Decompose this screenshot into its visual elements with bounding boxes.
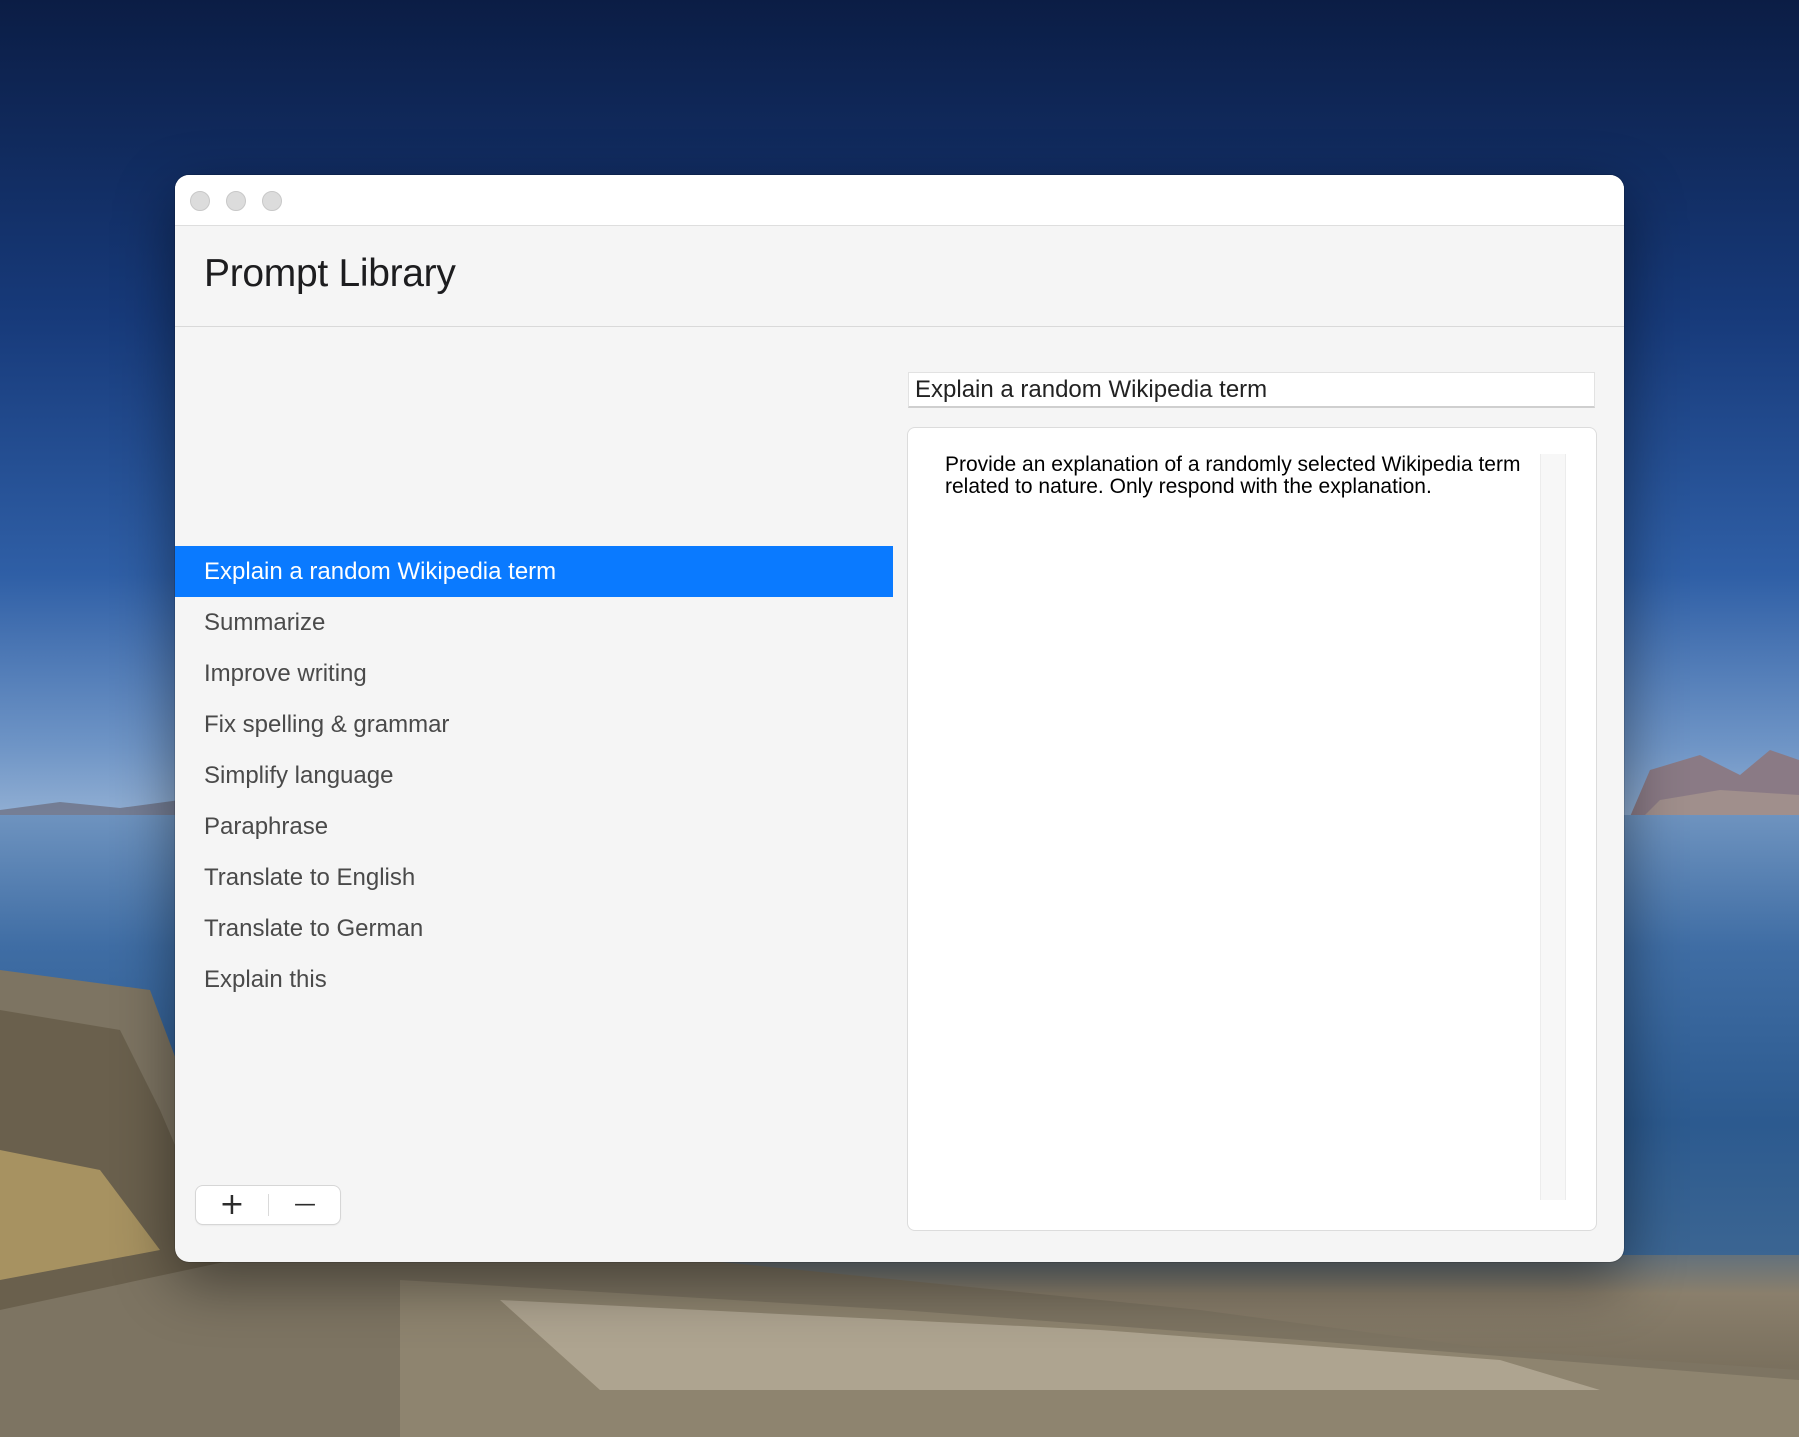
list-item-summarize[interactable]: Summarize bbox=[175, 597, 893, 648]
list-item-label: Summarize bbox=[204, 609, 326, 636]
prompt-list: Explain a random Wikipedia term Summariz… bbox=[175, 371, 893, 1262]
header: Prompt Library bbox=[175, 226, 1624, 327]
list-item-translate-english[interactable]: Translate to English bbox=[175, 852, 893, 903]
add-prompt-button[interactable]: + bbox=[196, 1186, 268, 1224]
list-item-simplify-language[interactable]: Simplify language bbox=[175, 750, 893, 801]
list-item-improve-writing[interactable]: Improve writing bbox=[175, 648, 893, 699]
list-item-fix-spelling[interactable]: Fix spelling & grammar bbox=[175, 699, 893, 750]
zoom-icon[interactable] bbox=[262, 191, 282, 211]
list-item-explain-this[interactable]: Explain this bbox=[175, 954, 893, 1005]
list-item-label: Paraphrase bbox=[204, 813, 329, 840]
minimize-icon[interactable] bbox=[226, 191, 246, 211]
remove-prompt-button[interactable]: — bbox=[269, 1186, 341, 1224]
prompt-text-editor[interactable]: Provide an explanation of a randomly sel… bbox=[907, 427, 1597, 1231]
page-title: Prompt Library bbox=[204, 252, 456, 295]
list-item-label: Improve writing bbox=[204, 660, 367, 687]
titlebar[interactable] bbox=[175, 175, 1624, 226]
list-item-label: Translate to German bbox=[204, 915, 424, 942]
add-remove-segmented-control: + — bbox=[196, 1186, 340, 1224]
list-item-translate-german[interactable]: Translate to German bbox=[175, 903, 893, 954]
prompt-text[interactable]: Provide an explanation of a randomly sel… bbox=[945, 454, 1525, 498]
list-item-label: Fix spelling & grammar bbox=[204, 711, 450, 738]
prompt-name-field[interactable] bbox=[908, 372, 1595, 408]
list-item-paraphrase[interactable]: Paraphrase bbox=[175, 801, 893, 852]
close-icon[interactable] bbox=[190, 191, 210, 211]
editor-scrollbar[interactable] bbox=[1540, 454, 1566, 1200]
list-item-label: Translate to English bbox=[204, 864, 416, 891]
list-item-label: Explain a random Wikipedia term bbox=[204, 558, 557, 585]
list-item-label: Explain this bbox=[204, 966, 327, 993]
list-item-explain-wikipedia[interactable]: Explain a random Wikipedia term bbox=[175, 546, 893, 597]
prompt-library-window: Prompt Library Explain a random Wikipedi… bbox=[175, 175, 1624, 1262]
list-item-label: Simplify language bbox=[204, 762, 394, 789]
